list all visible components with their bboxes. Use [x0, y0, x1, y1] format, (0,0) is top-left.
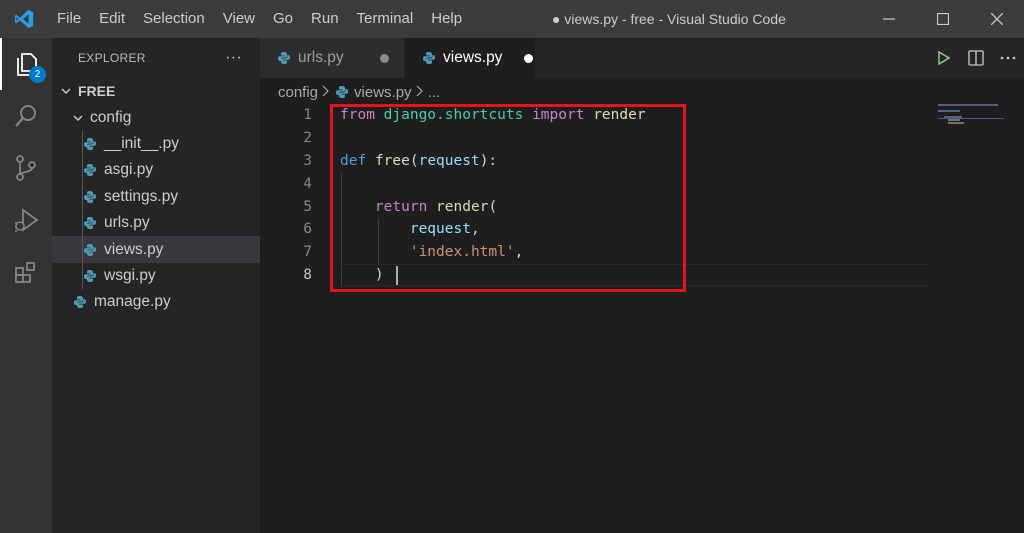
explorer-sidebar: EXPLORER ··· FREE config __init__.py asg…	[52, 38, 260, 533]
tree-root-label: FREE	[78, 83, 116, 100]
menu-selection[interactable]: Selection	[134, 0, 214, 38]
tree-file-settings[interactable]: settings.py	[52, 183, 260, 210]
activity-source-control[interactable]	[0, 142, 52, 194]
modified-dot-icon[interactable]	[524, 53, 533, 63]
search-icon	[15, 105, 36, 127]
highlight-annotation-box	[330, 104, 686, 292]
menu-view[interactable]: View	[214, 0, 264, 38]
python-file-icon	[82, 190, 98, 204]
minimize-icon	[883, 18, 895, 20]
vscode-logo-icon	[0, 0, 48, 38]
menu-terminal[interactable]: Terminal	[348, 0, 423, 38]
editor-tabs: urls.py views.py	[260, 38, 1024, 78]
python-file-icon	[334, 85, 350, 99]
activity-bar: 2	[0, 38, 52, 533]
chevron-right-icon	[416, 84, 424, 101]
line-number: 4	[303, 175, 312, 192]
python-file-icon	[421, 51, 437, 65]
tree-file-manage[interactable]: manage.py	[52, 289, 260, 315]
run-file-button[interactable]	[928, 38, 960, 78]
title-bar: File Edit Selection View Go Run Terminal…	[0, 0, 1024, 38]
tab-urls[interactable]: urls.py	[260, 38, 404, 78]
window-title: ● views.py - free - Visual Studio Code	[552, 11, 786, 27]
maximize-button[interactable]	[916, 0, 970, 38]
close-button[interactable]	[970, 0, 1024, 38]
chevron-down-icon	[70, 112, 86, 124]
tree-file-urls[interactable]: urls.py	[52, 209, 260, 237]
file-label: urls.py	[104, 214, 150, 232]
line-number: 5	[303, 198, 312, 215]
python-file-icon	[72, 295, 88, 309]
line-number: 6	[303, 221, 312, 238]
more-actions-button[interactable]	[992, 38, 1024, 78]
modified-dot-icon[interactable]	[380, 53, 389, 63]
line-number: 2	[303, 129, 312, 146]
explorer-title: EXPLORER	[78, 51, 146, 65]
activity-extensions[interactable]	[0, 246, 52, 298]
menu-edit[interactable]: Edit	[90, 0, 134, 38]
split-editor-button[interactable]	[960, 38, 992, 78]
line-number: 1	[303, 107, 312, 123]
more-icon	[1000, 56, 1016, 60]
tree-root-free[interactable]: FREE	[52, 78, 260, 104]
line-number: 7	[303, 244, 312, 261]
chevron-right-icon	[322, 84, 330, 101]
tab-actions	[928, 38, 1024, 78]
file-label: manage.py	[94, 293, 171, 311]
file-label: __init__.py	[104, 134, 179, 152]
activity-run-debug[interactable]	[0, 194, 52, 246]
close-icon	[991, 13, 1003, 25]
activity-explorer[interactable]: 2	[0, 38, 52, 90]
tree-file-wsgi[interactable]: wsgi.py	[52, 262, 260, 290]
python-file-icon	[82, 137, 98, 151]
tree-folder-label: config	[90, 108, 132, 126]
file-label: settings.py	[104, 187, 179, 205]
tree-file-init[interactable]: __init__.py	[52, 130, 260, 158]
tab-label: urls.py	[298, 49, 344, 66]
play-icon	[938, 51, 951, 65]
chevron-down-icon	[58, 85, 74, 97]
file-label: views.py	[104, 240, 164, 258]
source-control-icon	[16, 155, 36, 181]
line-number-gutter: 1 2 3 4 5 6 7 8	[260, 104, 312, 287]
menu-run[interactable]: Run	[302, 0, 348, 38]
breadcrumb: config views.py ...	[278, 80, 444, 104]
tree-file-asgi[interactable]: asgi.py	[52, 157, 260, 184]
tree-folder-config[interactable]: config	[52, 104, 260, 130]
menu-bar: File Edit Selection View Go Run Terminal…	[48, 0, 471, 38]
tab-views[interactable]: views.py	[405, 38, 535, 78]
run-debug-icon	[15, 208, 39, 232]
line-number: 3	[303, 152, 312, 169]
breadcrumb-symbol[interactable]: ...	[428, 84, 441, 101]
python-file-icon	[82, 269, 98, 283]
menu-go[interactable]: Go	[264, 0, 302, 38]
breadcrumb-folder[interactable]: config	[278, 84, 318, 101]
activity-search[interactable]	[0, 90, 52, 142]
file-label: asgi.py	[104, 161, 154, 179]
line-number-current: 8	[303, 267, 312, 284]
extensions-icon	[15, 262, 35, 283]
menu-file[interactable]: File	[48, 0, 90, 38]
maximize-icon	[937, 13, 949, 25]
explorer-header: EXPLORER ···	[52, 38, 260, 78]
menu-help[interactable]: Help	[422, 0, 471, 38]
minimap[interactable]	[938, 104, 1008, 134]
minimize-button[interactable]	[862, 0, 916, 38]
python-file-icon	[82, 163, 98, 177]
minimap-slider[interactable]	[938, 118, 1004, 119]
split-editor-icon	[968, 50, 984, 66]
file-label: wsgi.py	[104, 266, 156, 284]
python-file-icon	[82, 216, 98, 230]
window-controls	[862, 0, 1024, 38]
breadcrumb-file[interactable]: views.py	[354, 84, 412, 101]
tab-label: views.py	[443, 49, 503, 66]
python-file-icon	[276, 51, 292, 65]
python-file-icon	[82, 243, 98, 257]
explorer-badge: 2	[29, 66, 46, 83]
tree-file-views[interactable]: views.py	[52, 236, 260, 263]
explorer-more-button[interactable]: ···	[225, 49, 242, 67]
